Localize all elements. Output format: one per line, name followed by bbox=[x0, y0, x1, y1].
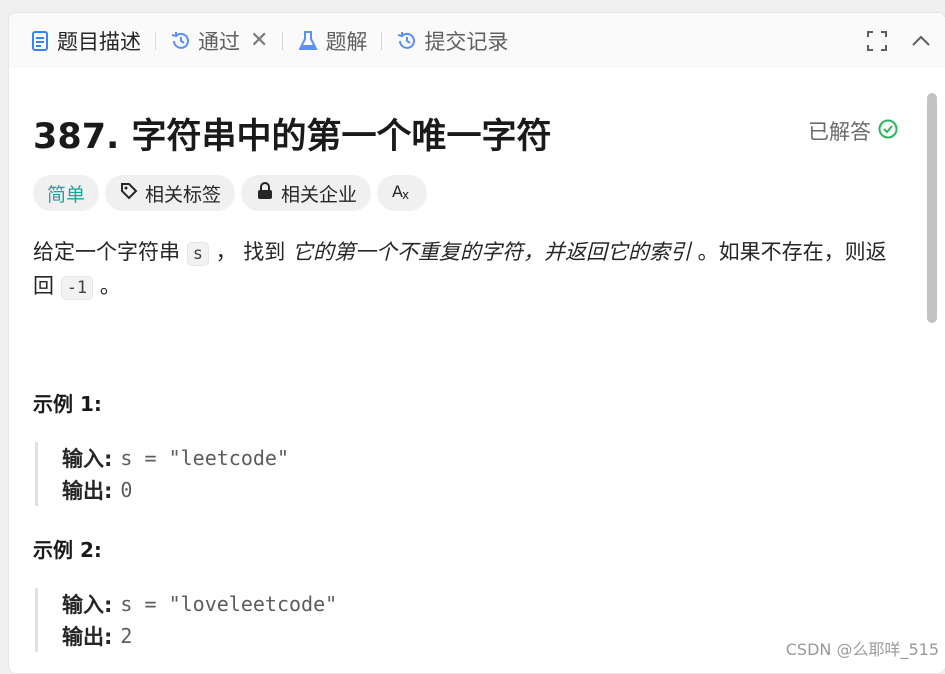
output-label: 输出: bbox=[62, 479, 113, 503]
example-output: 输出: 2 bbox=[62, 620, 337, 652]
description-icon bbox=[29, 30, 51, 52]
output-value: 2 bbox=[120, 624, 133, 648]
related-tags-button[interactable]: 相关标签 bbox=[105, 175, 236, 211]
tab-accepted[interactable]: 通过 ✕ bbox=[162, 13, 276, 68]
scrollbar-thumb[interactable] bbox=[927, 93, 937, 323]
lock-icon bbox=[255, 181, 275, 206]
tab-description[interactable]: 题目描述 bbox=[21, 13, 149, 68]
fullscreen-icon[interactable] bbox=[865, 29, 889, 53]
check-circle-icon bbox=[877, 118, 899, 145]
input-label: 输入: bbox=[62, 447, 113, 471]
tab-actions bbox=[865, 13, 933, 68]
input-value: s = "loveleetcode" bbox=[120, 592, 338, 616]
watermark: CSDN @么耶咩_515 bbox=[785, 640, 939, 659]
tab-divider bbox=[155, 31, 156, 50]
example-input: 输入: s = "leetcode" bbox=[62, 442, 289, 474]
solved-status: 已解答 bbox=[808, 116, 899, 146]
description-emphasis: 它的第一个不重复的字符，并返回它的索引 bbox=[291, 240, 691, 264]
example-title: 示例 1: bbox=[33, 392, 102, 416]
tag-icon bbox=[119, 181, 139, 206]
example-title: 示例 2: bbox=[33, 538, 102, 562]
translate-button[interactable]: Ax bbox=[377, 175, 428, 211]
description-text: 给定一个字符串 bbox=[33, 240, 187, 264]
tab-solutions[interactable]: 题解 bbox=[289, 13, 375, 68]
output-label: 输出: bbox=[62, 625, 113, 649]
related-companies-button[interactable]: 相关企业 bbox=[241, 175, 372, 211]
close-icon[interactable]: ✕ bbox=[250, 28, 268, 53]
inline-code: s bbox=[186, 242, 209, 266]
difficulty-label: 简单 bbox=[47, 183, 86, 206]
solved-label: 已解答 bbox=[808, 120, 871, 144]
example-input: 输入: s = "loveleetcode" bbox=[62, 588, 337, 620]
tab-label: 题目描述 bbox=[57, 29, 141, 54]
tag-row: 简单 相关标签 相关企业 Ax bbox=[33, 175, 428, 211]
flask-icon bbox=[297, 30, 319, 52]
input-value: s = "leetcode" bbox=[120, 446, 289, 470]
tab-label: 提交记录 bbox=[424, 29, 509, 54]
inline-code: -1 bbox=[60, 276, 94, 300]
history-icon bbox=[396, 30, 418, 52]
example-block: 输入: s = "leetcode" 输出: 0 bbox=[35, 442, 289, 506]
chevron-up-icon[interactable] bbox=[909, 29, 933, 53]
description-text: 。 bbox=[93, 274, 121, 298]
difficulty-badge[interactable]: 简单 bbox=[33, 175, 100, 211]
tab-label: 通过 bbox=[198, 29, 240, 54]
example-block: 输入: s = "loveleetcode" 输出: 2 bbox=[35, 588, 337, 652]
problem-title: 387. 字符串中的第一个唯一字符 bbox=[33, 117, 552, 157]
tab-submissions[interactable]: 提交记录 bbox=[388, 13, 516, 68]
tab-divider bbox=[381, 31, 383, 50]
history-icon bbox=[170, 30, 192, 52]
tab-bar: 题目描述 通过 ✕ 题解 提交记录 bbox=[9, 13, 945, 68]
related-companies-label: 相关企业 bbox=[281, 183, 358, 206]
input-label: 输入: bbox=[62, 593, 113, 617]
description-text: ， 找到 bbox=[208, 240, 292, 264]
output-value: 0 bbox=[120, 478, 133, 502]
tab-label: 题解 bbox=[325, 29, 368, 54]
title-row: 387. 字符串中的第一个唯一字符 已解答 bbox=[33, 108, 905, 158]
problem-panel: 题目描述 通过 ✕ 题解 提交记录 387. 字符串中的第一个唯一字符 已解答 … bbox=[8, 12, 945, 674]
related-tags-label: 相关标签 bbox=[145, 183, 222, 206]
problem-description: 给定一个字符串 s ， 找到 它的第一个不重复的字符，并返回它的索引 。如果不存… bbox=[33, 236, 895, 304]
example-output: 输出: 0 bbox=[62, 474, 289, 506]
translate-icon: Ax bbox=[391, 181, 413, 206]
tab-divider bbox=[282, 31, 284, 50]
svg-text:x: x bbox=[402, 188, 409, 201]
